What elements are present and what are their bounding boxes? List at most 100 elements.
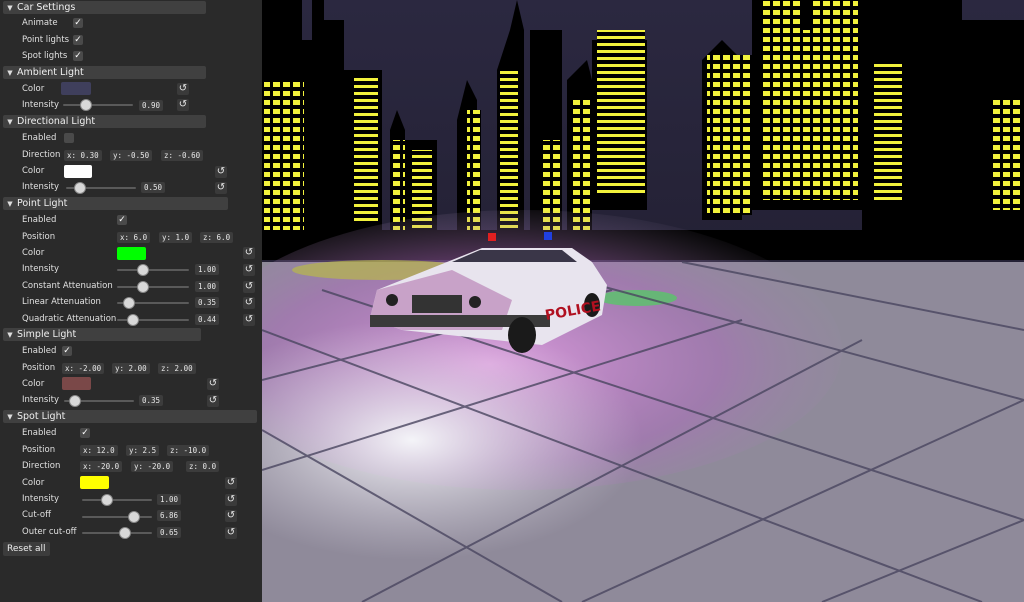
collapse-icon: ▼ — [7, 118, 13, 126]
reset-icon[interactable]: ↺ — [215, 182, 227, 194]
reset-icon[interactable]: ↺ — [215, 166, 227, 178]
position-x-field[interactable]: x: 6.0 — [117, 232, 151, 243]
point-intensity-value[interactable]: 1.00 — [195, 264, 220, 275]
outer-cutoff-value[interactable]: 0.65 — [157, 527, 182, 538]
reset-icon[interactable]: ↺ — [207, 395, 219, 407]
position-z-field[interactable]: z: 2.00 — [158, 363, 196, 374]
collapse-icon: ▼ — [7, 4, 13, 12]
position-x-field[interactable]: x: 12.0 — [80, 445, 118, 456]
section-title: Directional Light — [17, 116, 96, 127]
position-y-field[interactable]: y: 2.5 — [126, 445, 160, 456]
quadratic-attenuation-value[interactable]: 0.44 — [195, 314, 220, 325]
reset-icon[interactable]: ↺ — [243, 247, 255, 259]
slider-handle[interactable] — [128, 511, 140, 523]
reset-icon[interactable]: ↺ — [225, 510, 237, 522]
slider-handle[interactable] — [137, 281, 149, 293]
point-intensity-label: Intensity — [22, 264, 59, 274]
cutoff-value[interactable]: 6.86 — [157, 510, 182, 521]
animate-label: Animate — [22, 18, 58, 28]
reset-icon[interactable]: ↺ — [225, 527, 237, 539]
point-enabled-checkbox[interactable]: ✓ — [117, 215, 127, 225]
slider-handle[interactable] — [74, 182, 86, 194]
simple-intensity-value[interactable]: 0.35 — [139, 395, 164, 406]
position-z-field[interactable]: z: 6.0 — [200, 232, 234, 243]
direction-z-field[interactable]: z: 0.0 — [186, 461, 220, 472]
spot-position-label: Position — [22, 445, 56, 455]
ambient-intensity-value[interactable]: 0.90 — [139, 100, 164, 111]
spot-enabled-checkbox[interactable]: ✓ — [80, 428, 90, 438]
position-y-field[interactable]: y: 2.00 — [112, 363, 150, 374]
reset-icon[interactable]: ↺ — [243, 264, 255, 276]
linear-attenuation-label: Linear Attenuation — [22, 297, 101, 307]
slider-handle[interactable] — [123, 297, 135, 309]
reset-icon[interactable]: ↺ — [243, 297, 255, 309]
ambient-color-swatch[interactable] — [61, 82, 91, 95]
section-header-directional[interactable]: ▼ Directional Light — [3, 115, 206, 128]
simple-color-swatch[interactable] — [62, 377, 91, 390]
spot-color-label: Color — [22, 478, 45, 488]
reset-icon[interactable]: ↺ — [243, 314, 255, 326]
direction-y-field[interactable]: y: -0.50 — [110, 150, 153, 161]
constant-attenuation-slider[interactable] — [117, 286, 189, 288]
spot-intensity-slider[interactable] — [82, 499, 152, 501]
direction-x-field[interactable]: x: -20.0 — [80, 461, 123, 472]
section-title: Ambient Light — [17, 67, 84, 78]
point-enabled-label: Enabled — [22, 215, 57, 225]
check-icon: ✓ — [63, 346, 71, 356]
point-lights-checkbox[interactable]: ✓ — [73, 35, 83, 45]
reset-icon[interactable]: ↺ — [225, 494, 237, 506]
section-header-car[interactable]: ▼ Car Settings — [3, 1, 206, 14]
settings-panel: ▼ Car Settings Animate ✓ Point lights ✓ S… — [0, 0, 262, 602]
simple-enabled-checkbox[interactable]: ✓ — [62, 346, 72, 356]
constant-attenuation-value[interactable]: 1.00 — [195, 281, 220, 292]
reset-icon[interactable]: ↺ — [225, 477, 237, 489]
position-y-field[interactable]: y: 1.0 — [159, 232, 193, 243]
point-color-swatch[interactable] — [117, 247, 146, 260]
section-header-point[interactable]: ▼ Point Light — [3, 197, 228, 210]
directional-intensity-value[interactable]: 0.50 — [141, 182, 166, 193]
floor-plane — [262, 210, 1024, 602]
section-header-ambient[interactable]: ▼ Ambient Light — [3, 66, 206, 79]
position-x-field[interactable]: x: -2.00 — [62, 363, 105, 374]
spot-lights-checkbox[interactable]: ✓ — [73, 51, 83, 61]
direction-x-field[interactable]: x: 0.30 — [64, 150, 102, 161]
ambient-intensity-slider[interactable] — [63, 104, 133, 106]
directional-direction-label: Direction — [22, 150, 61, 160]
slider-handle[interactable] — [101, 494, 113, 506]
cutoff-slider[interactable] — [82, 516, 152, 518]
spot-intensity-value[interactable]: 1.00 — [157, 494, 182, 505]
section-header-simple[interactable]: ▼ Simple Light — [3, 328, 201, 341]
directional-intensity-label: Intensity — [22, 182, 59, 192]
slider-handle[interactable] — [80, 99, 92, 111]
reset-all-button[interactable]: Reset all — [3, 542, 50, 556]
directional-color-swatch[interactable] — [64, 165, 92, 178]
outer-cutoff-slider[interactable] — [82, 532, 152, 534]
3d-viewport[interactable]: POLICE — [262, 0, 1024, 602]
position-z-field[interactable]: z: -10.0 — [167, 445, 210, 456]
animate-checkbox[interactable]: ✓ — [73, 18, 83, 28]
spot-intensity-label: Intensity — [22, 494, 59, 504]
directional-enabled-checkbox[interactable] — [64, 133, 74, 143]
spot-color-swatch[interactable] — [80, 476, 109, 489]
collapse-icon: ▼ — [7, 331, 13, 339]
section-header-spot[interactable]: ▼ Spot Light — [3, 410, 257, 423]
slider-handle[interactable] — [119, 527, 131, 539]
ambient-intensity-label: Intensity — [22, 100, 59, 110]
check-icon: ✓ — [74, 51, 82, 61]
reset-icon[interactable]: ↺ — [177, 83, 189, 95]
scene-render: POLICE — [262, 0, 1024, 602]
reset-icon[interactable]: ↺ — [177, 99, 189, 111]
direction-y-field[interactable]: y: -20.0 — [131, 461, 174, 472]
slider-handle[interactable] — [69, 395, 81, 407]
simple-color-label: Color — [22, 379, 45, 389]
reset-icon[interactable]: ↺ — [207, 378, 219, 390]
section-title: Spot Light — [17, 411, 66, 422]
cutoff-label: Cut-off — [22, 510, 51, 520]
point-intensity-slider[interactable] — [117, 269, 189, 271]
simple-position-label: Position — [22, 363, 56, 373]
direction-z-field[interactable]: z: -0.60 — [161, 150, 204, 161]
reset-icon[interactable]: ↺ — [243, 281, 255, 293]
linear-attenuation-value[interactable]: 0.35 — [195, 297, 220, 308]
slider-handle[interactable] — [127, 314, 139, 326]
slider-handle[interactable] — [137, 264, 149, 276]
